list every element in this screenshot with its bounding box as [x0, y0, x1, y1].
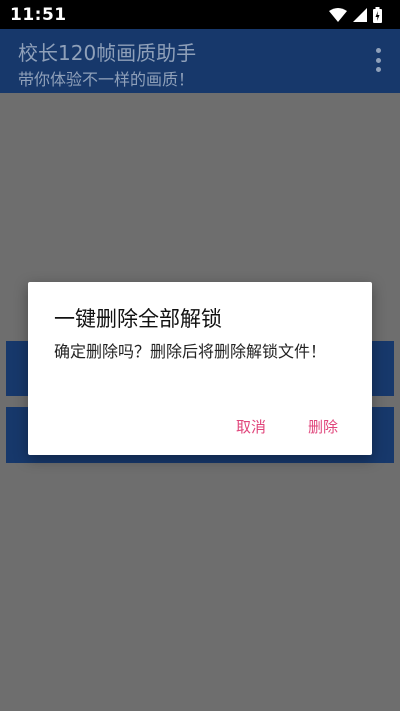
battery-icon	[373, 6, 382, 23]
confirm-dialog: 一键删除全部解锁 确定删除吗？删除后将删除解锁文件！ 取消 删除	[28, 282, 372, 455]
signal-icon	[353, 7, 367, 22]
dialog-message: 确定删除吗？删除后将删除解锁文件！	[54, 342, 327, 361]
more-vert-icon[interactable]	[374, 48, 382, 72]
app-bar: 校长120帧画质助手 带你体验不一样的画质！	[0, 29, 400, 93]
delete-button[interactable]: 删除	[306, 412, 340, 441]
status-icons	[329, 6, 382, 23]
status-time: 11:51	[10, 4, 67, 25]
wifi-icon	[329, 7, 347, 22]
app-subtitle: 带你体验不一样的画质！	[18, 70, 195, 89]
dialog-title: 一键删除全部解锁	[54, 307, 222, 331]
status-bar: 11:51	[0, 0, 400, 29]
app-title: 校长120帧画质助手	[18, 41, 197, 65]
cancel-button[interactable]: 取消	[234, 412, 268, 441]
